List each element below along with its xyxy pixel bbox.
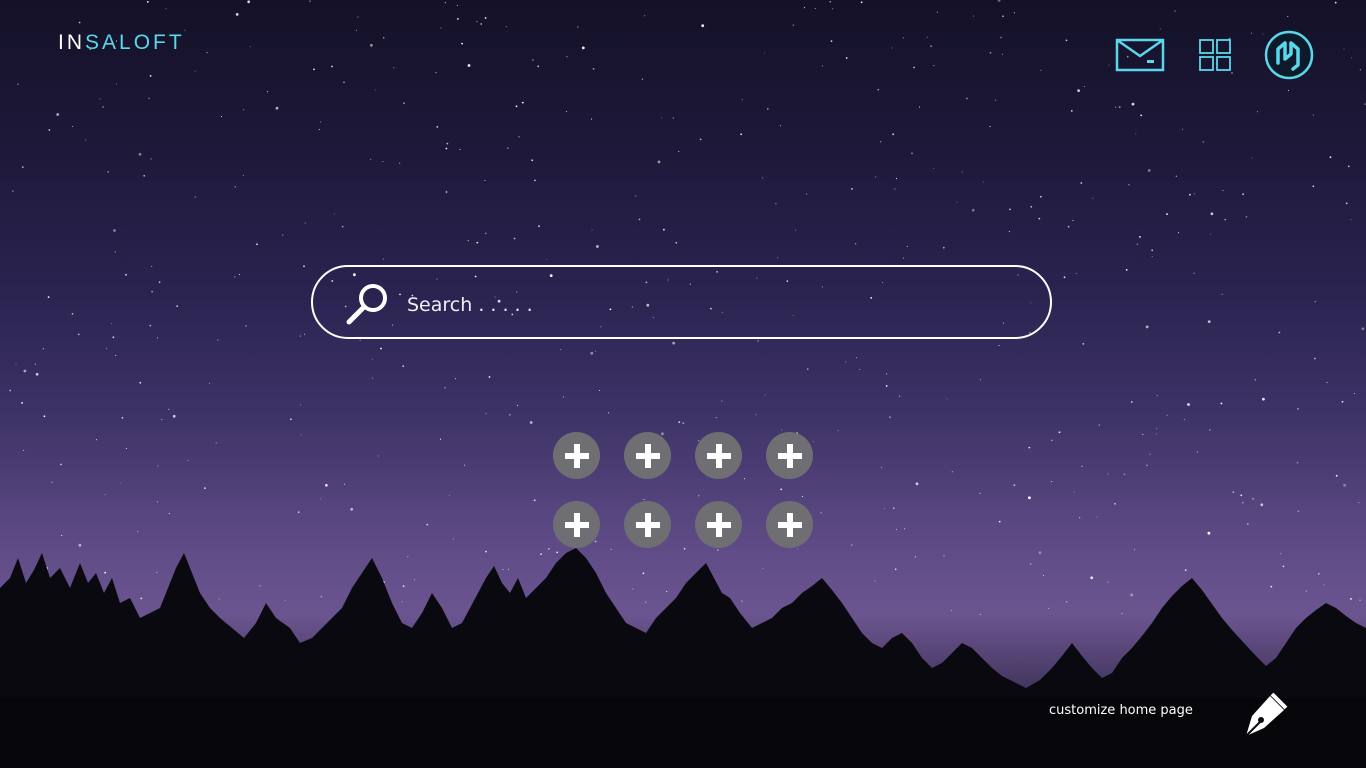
add-shortcut-button[interactable] [695,432,742,479]
plus-icon [777,443,802,468]
plus-icon [706,443,731,468]
brand-logo[interactable]: INSALOFT [58,31,185,55]
mail-icon[interactable] [1114,30,1166,80]
search-bar[interactable] [311,265,1052,339]
brand-logo-part1: IN [58,31,85,54]
plus-icon [564,443,589,468]
fountain-pen-icon[interactable] [1238,688,1292,742]
add-shortcut-button[interactable] [553,432,600,479]
customize-home-page-label[interactable]: customize home page [1049,703,1193,718]
add-shortcut-button[interactable] [624,432,671,479]
plus-icon [635,443,660,468]
add-shortcut-button[interactable] [553,501,600,548]
add-shortcut-button[interactable] [695,501,742,548]
add-shortcut-button[interactable] [624,501,671,548]
search-input[interactable] [405,287,1009,323]
plus-icon [706,512,731,537]
forest-silhouette [0,548,1366,768]
search-icon [346,284,387,325]
plus-icon [635,512,660,537]
add-shortcut-button[interactable] [766,501,813,548]
brand-logo-part2: SALOFT [85,31,185,54]
shortcut-grid [553,432,815,550]
apps-grid-icon[interactable] [1196,30,1234,80]
add-shortcut-button[interactable] [766,432,813,479]
plus-icon [564,512,589,537]
profile-logo-icon[interactable] [1263,30,1315,80]
plus-icon [777,512,802,537]
